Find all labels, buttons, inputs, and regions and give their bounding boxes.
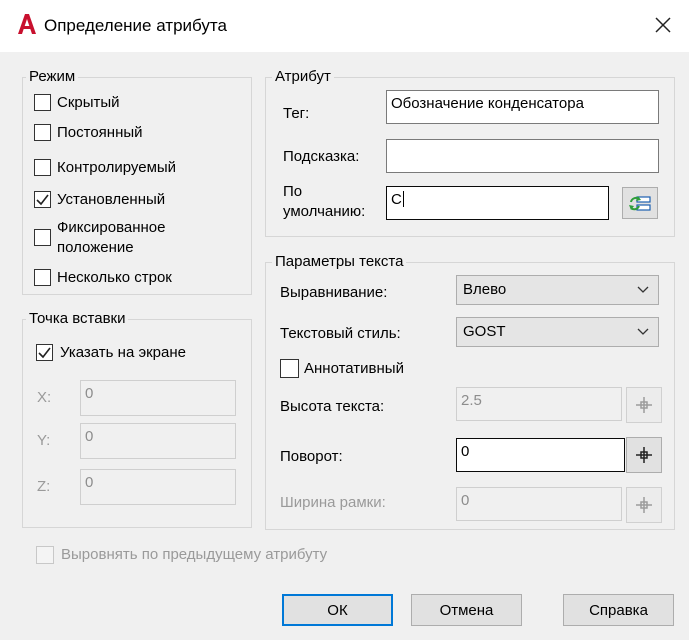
default-label-line1: По <box>283 183 303 200</box>
annotative-label: Аннотативный <box>304 360 404 377</box>
multiline-checkbox[interactable] <box>34 269 51 286</box>
preset-label: Установленный <box>57 191 166 208</box>
text-style-value: GOST <box>463 323 506 340</box>
text-style-label: Текстовый стиль: <box>280 325 401 342</box>
chevron-down-icon <box>637 328 649 335</box>
multiline-label: Несколько строк <box>57 269 172 286</box>
pick-height-button[interactable] <box>626 387 662 423</box>
align-previous-label: Выровнять по предыдущему атрибуту <box>61 546 328 563</box>
text-height-label: Высота текста: <box>280 398 385 415</box>
dialog-title: Определение атрибута <box>44 16 227 35</box>
lock-position-label-line1: Фиксированное <box>57 219 166 236</box>
checkmark-icon <box>36 194 49 206</box>
z-label: Z: <box>37 478 51 495</box>
pick-rotation-button[interactable] <box>626 437 662 473</box>
default-value: С <box>391 191 402 208</box>
attribute-legend: Атрибут <box>272 68 334 85</box>
close-icon[interactable] <box>650 12 676 38</box>
autocad-logo-icon <box>18 14 36 34</box>
hidden-checkbox[interactable] <box>34 94 51 111</box>
rotation-input[interactable]: 0 <box>456 438 625 472</box>
tag-label: Тег: <box>283 105 310 122</box>
text-settings-legend: Параметры текста <box>272 253 407 270</box>
mode-legend: Режим <box>26 68 79 85</box>
verify-label: Контролируемый <box>57 159 177 176</box>
crosshair-icon <box>636 447 652 463</box>
y-label: Y: <box>37 432 51 449</box>
pick-width-button[interactable] <box>626 487 662 523</box>
chevron-down-icon <box>637 286 649 293</box>
hidden-label: Скрытый <box>57 94 120 111</box>
insert-field-icon <box>629 196 651 211</box>
insert-field-button[interactable] <box>622 187 658 219</box>
insertion-point-legend: Точка вставки <box>26 310 129 327</box>
specify-on-screen-checkbox[interactable] <box>36 344 53 361</box>
text-height-input[interactable]: 2.5 <box>456 387 622 421</box>
tag-input[interactable]: Обозначение конденсатора <box>386 90 659 124</box>
prompt-input[interactable] <box>386 139 659 173</box>
lock-position-checkbox[interactable] <box>34 229 51 246</box>
title-bar: Определение атрибута <box>0 0 689 52</box>
crosshair-icon <box>636 397 652 413</box>
lock-position-label-line2: положение <box>57 239 134 256</box>
annotative-checkbox[interactable] <box>280 359 299 378</box>
justify-label: Выравнивание: <box>280 284 388 301</box>
constant-checkbox[interactable] <box>34 124 51 141</box>
justify-value: Влево <box>463 281 507 298</box>
preset-checkbox[interactable] <box>34 191 51 208</box>
ok-button[interactable]: ОК <box>282 594 393 626</box>
default-label-line2: умолчанию: <box>283 203 366 220</box>
crosshair-icon <box>636 497 652 513</box>
verify-checkbox[interactable] <box>34 159 51 176</box>
constant-label: Постоянный <box>57 124 143 141</box>
z-input[interactable]: 0 <box>80 469 236 505</box>
text-style-select[interactable]: GOST <box>456 317 659 347</box>
specify-on-screen-label: Указать на экране <box>60 344 186 361</box>
prompt-label: Подсказка: <box>283 148 360 165</box>
boundary-width-label: Ширина рамки: <box>280 494 386 511</box>
default-input[interactable]: С <box>386 186 609 220</box>
checkmark-icon <box>38 347 51 359</box>
rotation-label: Поворот: <box>280 448 343 465</box>
x-input[interactable]: 0 <box>80 380 236 416</box>
justify-select[interactable]: Влево <box>456 275 659 305</box>
x-label: X: <box>37 389 52 406</box>
cancel-button[interactable]: Отмена <box>411 594 522 626</box>
align-previous-checkbox[interactable] <box>36 546 54 564</box>
help-button[interactable]: Справка <box>563 594 674 626</box>
boundary-width-input[interactable]: 0 <box>456 487 622 521</box>
y-input[interactable]: 0 <box>80 423 236 459</box>
